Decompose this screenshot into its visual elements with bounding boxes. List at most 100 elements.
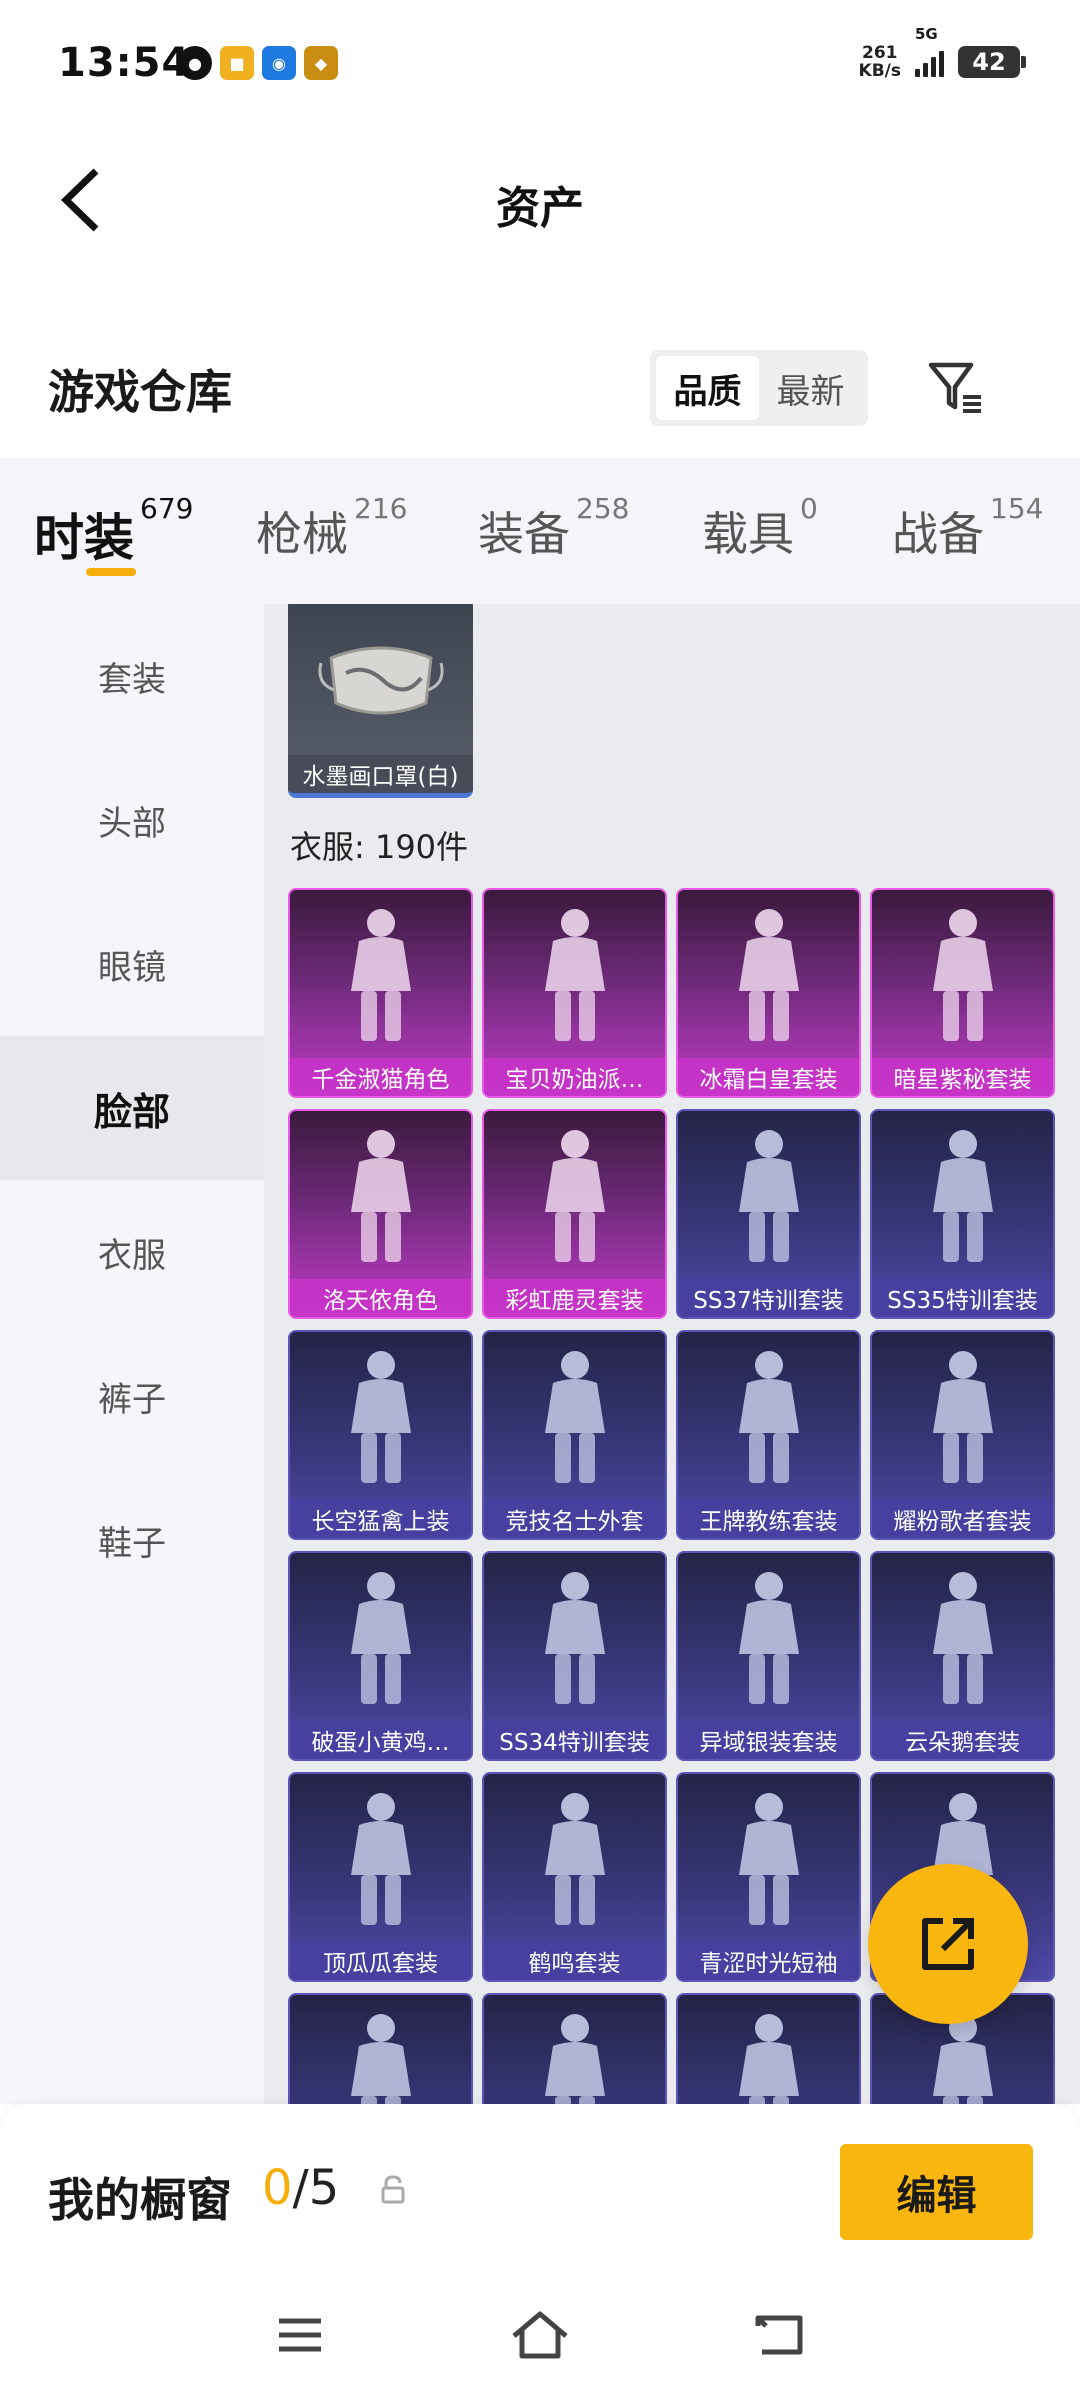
tab-label: 装备 (478, 507, 570, 561)
item-name: 破蛋小黄鸡… (290, 1721, 471, 1759)
status-right: 261 KB/s 5G 42 (859, 25, 1026, 80)
net-speed: 261 KB/s (859, 44, 901, 80)
filter-icon (928, 362, 981, 413)
nav-back-button[interactable] (740, 2300, 820, 2370)
back-icon (755, 2315, 803, 2355)
item-tile[interactable]: 长空猛禽上装 (288, 1330, 473, 1540)
item-tile[interactable]: 顶瓜瓜套装 (288, 1772, 473, 1982)
outfit-image (290, 1553, 471, 1725)
outfit-image (290, 1111, 471, 1283)
share-button[interactable] (868, 1864, 1028, 2024)
share-external-icon (922, 1918, 974, 1970)
mask-image (288, 604, 473, 758)
item-tile[interactable] (676, 1993, 861, 2104)
filter-button[interactable] (920, 352, 990, 422)
item-name: SS37特训套装 (678, 1279, 859, 1317)
tab-label: 时装 (34, 509, 134, 567)
item-tile[interactable]: 鹤鸣套装 (482, 1772, 667, 1982)
edit-button[interactable]: 编辑 (840, 2144, 1033, 2240)
item-tile[interactable]: 冰霜白皇套装 (676, 888, 861, 1098)
outfit-image (484, 1111, 665, 1283)
item-tile[interactable]: 水墨画口罩(白) (288, 604, 473, 798)
item-name: 千金淑猫角色 (290, 1058, 471, 1096)
game-app-icon: ■ (220, 46, 254, 80)
tab-equipment[interactable]: 装备 258 (478, 492, 629, 564)
tab-label: 枪械 (256, 507, 348, 561)
tab-label: 载具 (702, 507, 794, 561)
net-speed-value: 261 (862, 43, 898, 63)
item-name: 异域银装套装 (678, 1721, 859, 1759)
home-icon (512, 2311, 568, 2359)
item-tile[interactable]: 宝贝奶油派… (482, 888, 667, 1098)
outfit-image (678, 1995, 859, 2104)
sidebar-item-head[interactable]: 头部 (0, 748, 264, 892)
item-tile[interactable] (482, 1993, 667, 2104)
nav-home-button[interactable] (500, 2300, 580, 2370)
item-tile[interactable]: 彩虹鹿灵套装 (482, 1109, 667, 1319)
sidebar-item-glasses[interactable]: 眼镜 (0, 892, 264, 1036)
item-tile[interactable]: SS35特训套装 (870, 1109, 1055, 1319)
outfit-image (484, 1774, 665, 1946)
signal-icon (915, 47, 944, 77)
sort-toggle: 品质 最新 (650, 350, 868, 426)
item-name: 冰霜白皇套装 (678, 1058, 859, 1096)
outfit-image (872, 890, 1053, 1062)
outfit-image (290, 1995, 471, 2104)
showcase-label: 我的橱窗 (48, 2173, 232, 2227)
outfit-image (290, 890, 471, 1062)
outfit-image (678, 1774, 859, 1946)
sort-quality-button[interactable]: 品质 (656, 356, 759, 420)
showcase-count: 0/5 (262, 2160, 339, 2216)
tab-count: 0 (800, 492, 818, 525)
item-name: 竞技名士外套 (484, 1500, 665, 1538)
item-name: 彩虹鹿灵套装 (484, 1279, 665, 1317)
item-tile[interactable]: 云朵鹅套装 (870, 1551, 1055, 1761)
category-tabs: 时装 679 枪械 216 装备 258 载具 0 战备 154 (0, 458, 1080, 604)
tab-count: 154 (990, 492, 1044, 525)
broadcast-icon: ◉ (262, 46, 296, 80)
sort-newest-button[interactable]: 最新 (759, 356, 862, 420)
item-name: SS34特训套装 (484, 1721, 665, 1759)
item-name: 暗星紫秘套装 (872, 1058, 1053, 1096)
sidebar-item-pants[interactable]: 裤子 (0, 1324, 264, 1468)
sidebar-item-shoes[interactable]: 鞋子 (0, 1468, 264, 1612)
item-tile[interactable]: 青涩时光短袖 (676, 1772, 861, 1982)
tab-vehicles[interactable]: 载具 0 (702, 492, 818, 564)
outfit-image (290, 1774, 471, 1946)
item-tile[interactable]: 异域银装套装 (676, 1551, 861, 1761)
sidebar-item-face[interactable]: 脸部 (0, 1036, 264, 1180)
sidebar-item-clothes[interactable]: 衣服 (0, 1180, 264, 1324)
lock-icon (381, 2175, 405, 2204)
item-name: 宝贝奶油派… (484, 1058, 665, 1096)
item-tile[interactable]: 耀粉歌者套装 (870, 1330, 1055, 1540)
item-tile[interactable]: 暗星紫秘套装 (870, 888, 1055, 1098)
nav-menu-button[interactable] (260, 2300, 340, 2370)
page-title: 资产 (496, 183, 584, 234)
sub-category-sidebar: 套装 头部 眼镜 脸部 衣服 裤子 鞋子 (0, 604, 264, 2104)
net-speed-unit: KB/s (858, 61, 901, 81)
sidebar-item-sets[interactable]: 套装 (0, 604, 264, 748)
tab-guns[interactable]: 枪械 216 (256, 492, 407, 564)
item-name: 耀粉歌者套装 (872, 1500, 1053, 1538)
outfit-image (678, 1111, 859, 1283)
status-time: 13:54 (58, 40, 191, 86)
item-tile[interactable]: SS34特训套装 (482, 1551, 667, 1761)
item-tile[interactable]: 千金淑猫角色 (288, 888, 473, 1098)
item-name: 云朵鹅套装 (872, 1721, 1053, 1759)
outfit-image (678, 890, 859, 1062)
tab-combat-gear[interactable]: 战备 154 (892, 492, 1043, 564)
outfit-image (872, 1553, 1053, 1725)
item-tile[interactable]: 竞技名士外套 (482, 1330, 667, 1540)
outfit-image (678, 1553, 859, 1725)
item-tile[interactable]: 洛天依角色 (288, 1109, 473, 1319)
tab-fashion[interactable]: 时装 679 (34, 492, 193, 570)
item-tile[interactable] (288, 1993, 473, 2104)
outfit-image (484, 1553, 665, 1725)
item-name: 洛天依角色 (290, 1279, 471, 1317)
item-tile[interactable]: SS37特训套装 (676, 1109, 861, 1319)
showcase-total: /5 (292, 2160, 340, 2216)
item-name: 顶瓜瓜套装 (290, 1942, 471, 1980)
item-tile[interactable]: 破蛋小黄鸡… (288, 1551, 473, 1761)
item-tile[interactable]: 王牌教练套装 (676, 1330, 861, 1540)
game-character-icon: ◆ (304, 46, 338, 80)
